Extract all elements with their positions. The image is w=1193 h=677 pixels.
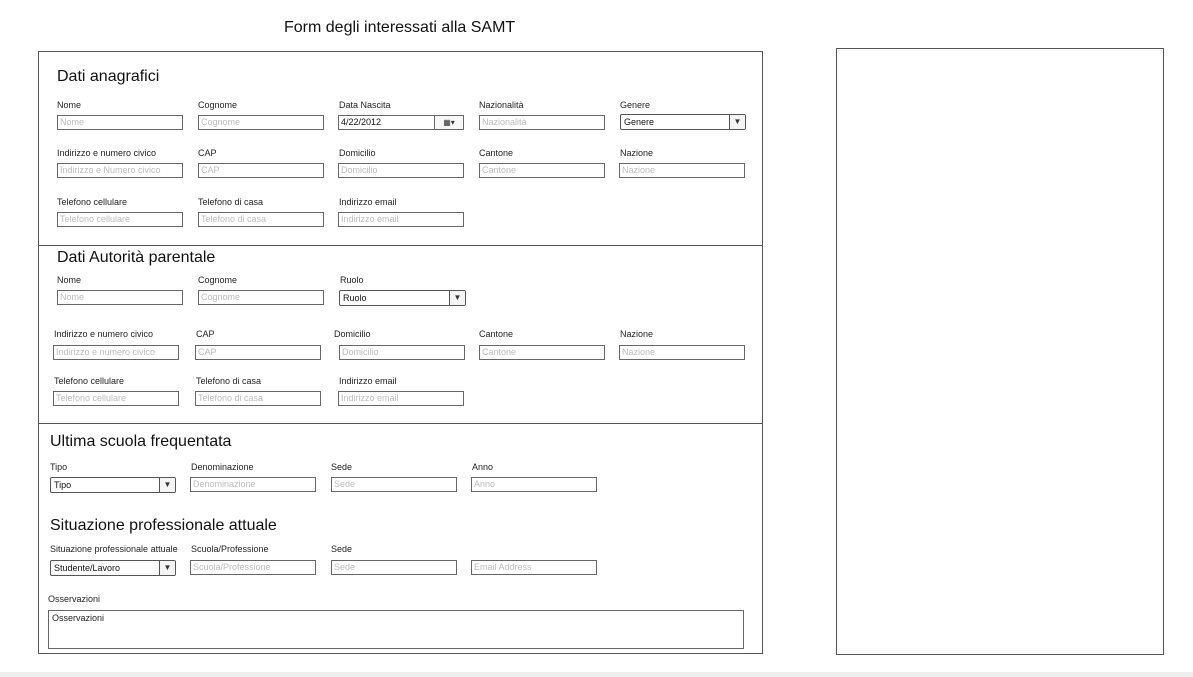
indirizzo-label: Indirizzo e numero civico xyxy=(57,148,157,158)
prof-sede-label: Sede xyxy=(331,544,353,554)
denominazione-input[interactable]: Denominazione xyxy=(190,477,316,492)
tel-cell-input[interactable]: Telefono cellulare xyxy=(57,212,183,227)
par-cantone-label: Cantone xyxy=(479,329,514,339)
tipo-select[interactable]: Tipo ▼ xyxy=(50,477,176,493)
cognome-label: Cognome xyxy=(198,100,238,110)
par-tel-cell-label: Telefono cellulare xyxy=(54,376,125,386)
preview-panel xyxy=(836,48,1164,655)
scuola-prof-input[interactable]: Scuola/Professione xyxy=(190,560,316,575)
ruolo-value: Ruolo xyxy=(343,293,367,303)
bottom-strip xyxy=(0,672,1193,677)
denominazione-label: Denominazione xyxy=(191,462,254,472)
situazione-select[interactable]: Studente/Lavoro ▼ xyxy=(50,560,176,576)
prof-sede-input[interactable]: Sede xyxy=(331,560,457,575)
par-email-input[interactable]: Indirizzo email xyxy=(338,391,464,406)
par-indirizzo-label: Indirizzo e numero civico xyxy=(54,329,154,339)
situazione-label: Situazione professionale attuale xyxy=(50,544,178,554)
cognome-input[interactable]: Cognome xyxy=(198,115,324,130)
par-nazione-label: Nazione xyxy=(620,329,654,339)
ruolo-label: Ruolo xyxy=(340,275,364,285)
genere-label: Genere xyxy=(620,100,651,110)
nazionalita-label: Nazionalità xyxy=(479,100,524,110)
scuola-prof-label: Scuola/Professione xyxy=(191,544,269,554)
tel-cell-label: Telefono cellulare xyxy=(57,197,128,207)
scuola-sede-input[interactable]: Sede xyxy=(331,477,457,492)
tipo-value: Tipo xyxy=(54,480,72,490)
chevron-down-icon[interactable]: ▼ xyxy=(729,115,745,129)
par-cognome-input[interactable]: Cognome xyxy=(198,290,324,305)
section-title-professione: Situazione professionale attuale xyxy=(50,517,277,534)
section-title-anagrafici: Dati anagrafici xyxy=(57,68,160,85)
ruolo-select[interactable]: Ruolo ▼ xyxy=(339,290,466,306)
section-title-scuola: Ultima scuola frequentata xyxy=(50,433,232,450)
par-nome-label: Nome xyxy=(57,275,82,285)
chevron-down-icon[interactable]: ▼ xyxy=(159,478,175,492)
data-nascita-input[interactable]: 4/22/2012 ▦▾ xyxy=(338,115,464,130)
cap-input[interactable]: CAP xyxy=(198,163,324,178)
email-input[interactable]: Indirizzo email xyxy=(338,212,464,227)
indirizzo-input[interactable]: Indirizzo e Numero civico xyxy=(57,163,183,178)
genere-value: Genere xyxy=(624,117,655,127)
section-title-parentale: Dati Autorità parentale xyxy=(57,249,216,266)
data-nascita-value: 4/22/2012 xyxy=(341,117,382,127)
calendar-icon[interactable]: ▦▾ xyxy=(434,116,463,129)
par-indirizzo-input[interactable]: Indirizzo e numero civico xyxy=(53,345,179,360)
nazionalita-input[interactable]: Nazionalità xyxy=(479,115,605,130)
nome-label: Nome xyxy=(57,100,82,110)
situazione-value: Studente/Lavoro xyxy=(54,563,121,573)
nazione-input[interactable]: Nazione xyxy=(619,163,745,178)
par-domicilio-input[interactable]: Domicilio xyxy=(339,345,465,360)
tel-casa-input[interactable]: Telefono di casa xyxy=(198,212,324,227)
osservazioni-textarea[interactable]: Osservazioni xyxy=(48,610,744,649)
section-divider xyxy=(38,423,763,424)
osservazioni-label: Osservazioni xyxy=(48,594,101,604)
scuola-sede-label: Sede xyxy=(331,462,353,472)
page-title: Form degli interessati alla SAMT xyxy=(284,19,516,36)
par-tel-casa-input[interactable]: Telefono di casa xyxy=(195,391,321,406)
domicilio-label: Domicilio xyxy=(339,148,376,158)
cap-label: CAP xyxy=(198,148,217,158)
par-email-label: Indirizzo email xyxy=(339,376,397,386)
anno-input[interactable]: Anno xyxy=(471,477,597,492)
email-label: Indirizzo email xyxy=(339,197,397,207)
data-nascita-label: Data Nascita xyxy=(339,100,391,110)
tel-casa-label: Telefono di casa xyxy=(198,197,264,207)
par-cap-label: CAP xyxy=(196,329,215,339)
par-tel-casa-label: Telefono di casa xyxy=(196,376,262,386)
genere-select[interactable]: Genere ▼ xyxy=(620,114,746,130)
cantone-label: Cantone xyxy=(479,148,514,158)
par-cognome-label: Cognome xyxy=(198,275,238,285)
tipo-label: Tipo xyxy=(50,462,68,472)
par-domicilio-label: Domicilio xyxy=(334,329,371,339)
par-cantone-input[interactable]: Cantone xyxy=(479,345,605,360)
par-nazione-input[interactable]: Nazione xyxy=(619,345,745,360)
section-divider xyxy=(38,245,763,246)
chevron-down-icon[interactable]: ▼ xyxy=(449,291,465,305)
cantone-input[interactable]: Cantone xyxy=(479,163,605,178)
par-tel-cell-input[interactable]: Telefono cellulare xyxy=(53,391,179,406)
par-nome-input[interactable]: Nome xyxy=(57,290,183,305)
par-cap-input[interactable]: CAP xyxy=(195,345,321,360)
anno-label: Anno xyxy=(472,462,494,472)
prof-email-input[interactable]: Email Address xyxy=(471,560,597,575)
chevron-down-icon[interactable]: ▼ xyxy=(159,561,175,575)
domicilio-input[interactable]: Domicilio xyxy=(338,163,464,178)
nazione-label: Nazione xyxy=(620,148,654,158)
nome-input[interactable]: Nome xyxy=(57,115,183,130)
